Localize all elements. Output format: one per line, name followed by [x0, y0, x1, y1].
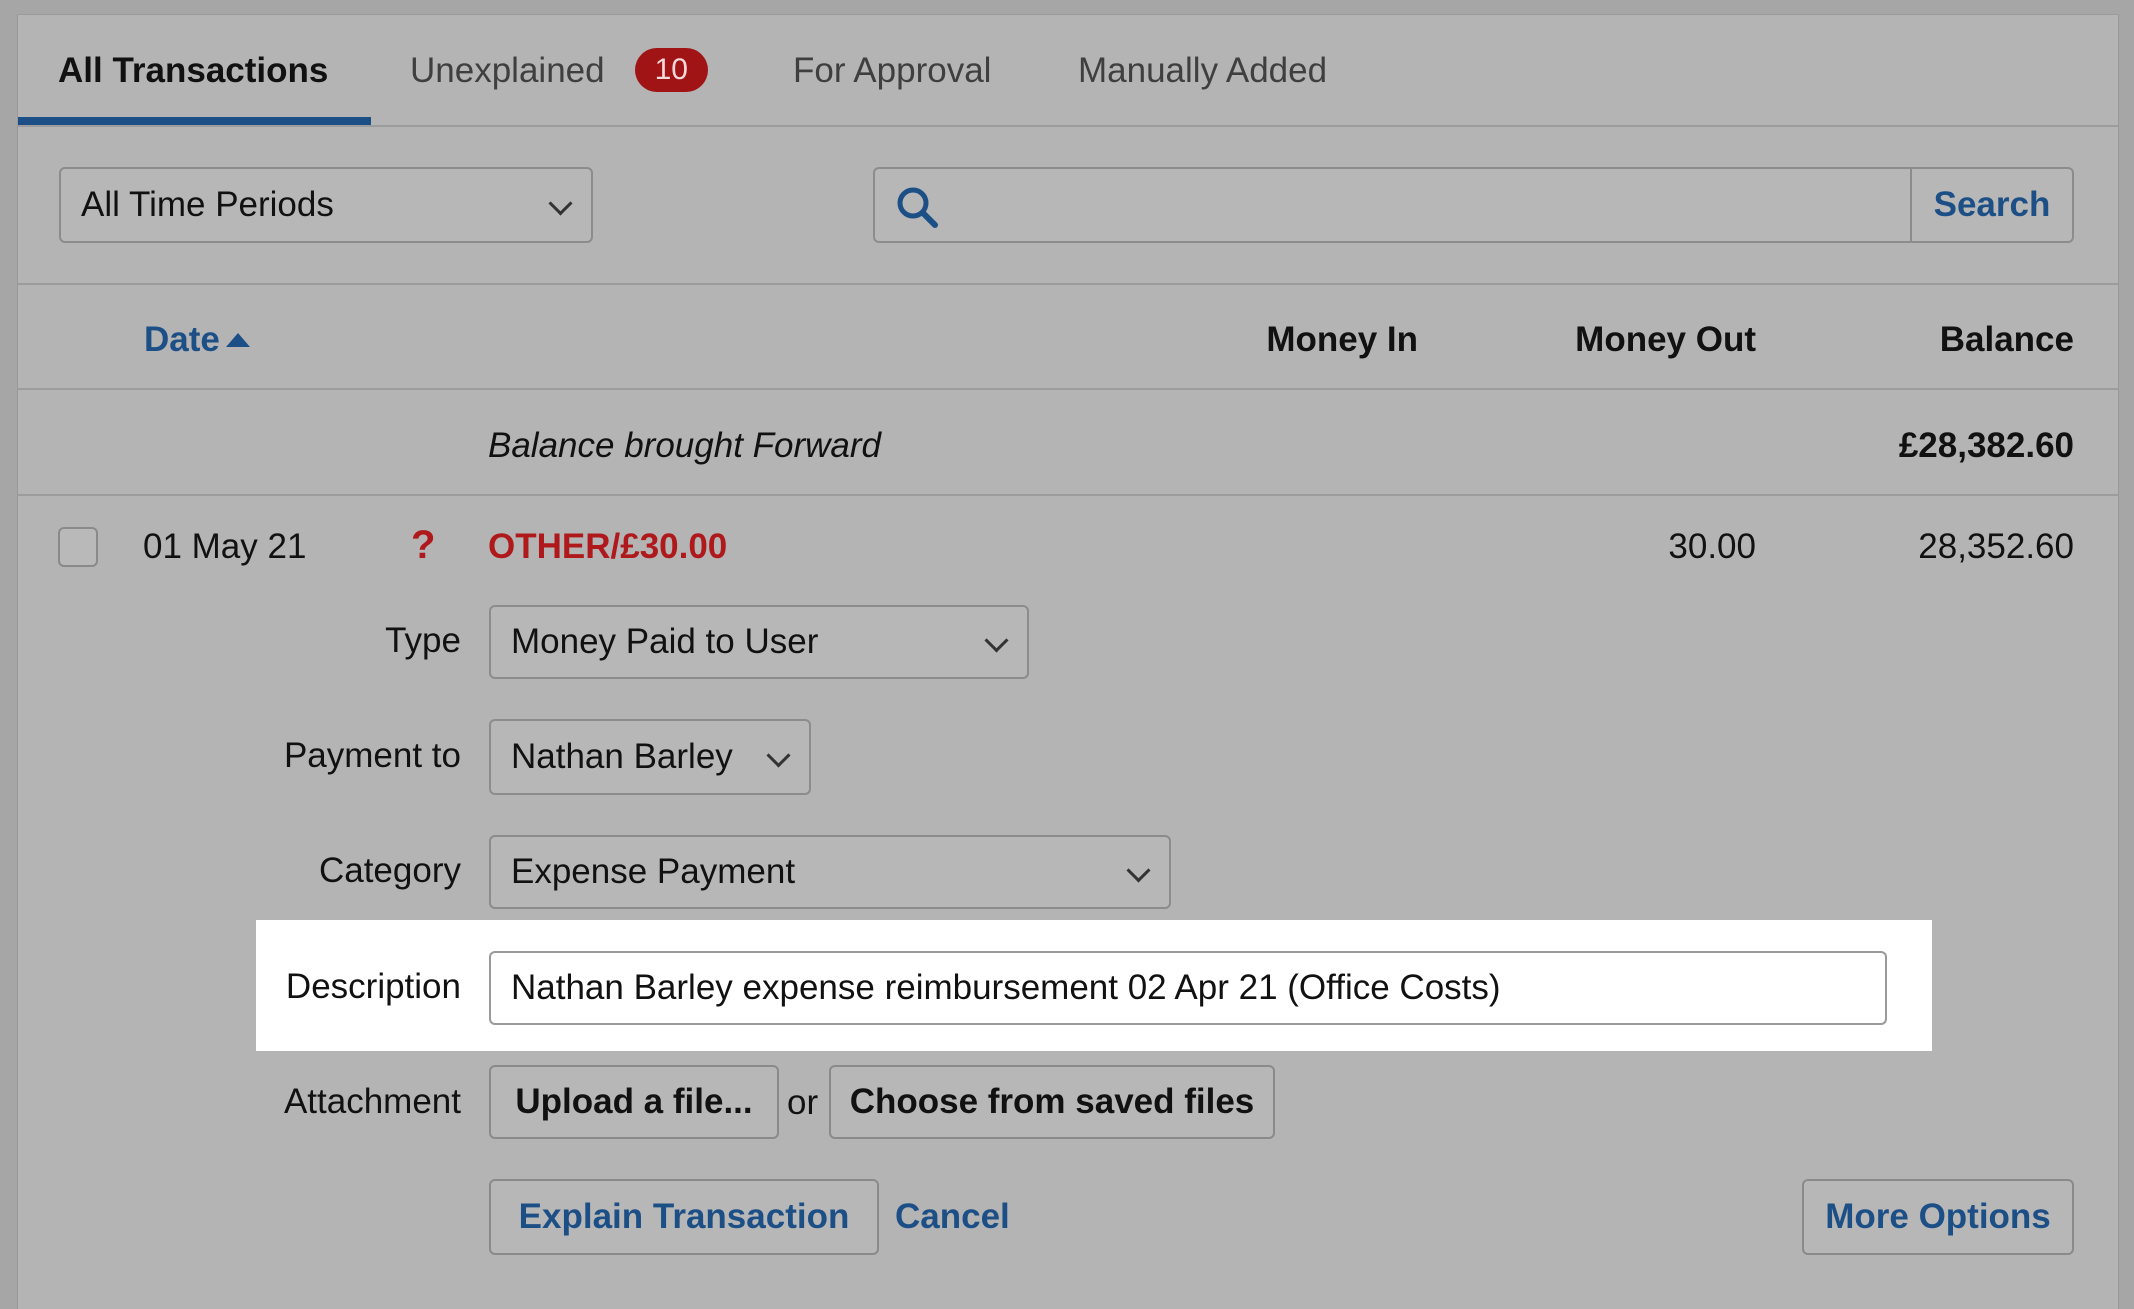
category-value: Expense Payment [511, 852, 796, 891]
brought-forward-balance: £28,382.60 [1898, 426, 2074, 465]
category-select[interactable]: Expense Payment [489, 835, 1171, 909]
divider [18, 388, 2118, 390]
active-tab-indicator [18, 117, 371, 125]
upload-file-button[interactable]: Upload a file... [489, 1065, 779, 1139]
more-options-button[interactable]: More Options [1802, 1179, 2074, 1255]
chevron-down-icon [1126, 858, 1151, 883]
description-label: Description [285, 967, 461, 1006]
chevron-down-icon [984, 628, 1009, 653]
unexplained-count-badge: 10 [634, 47, 708, 92]
question-mark-icon: ? [411, 523, 436, 567]
transactions-panel: All Transactions Unexplained 10 For Appro… [17, 14, 2119, 1309]
payment-to-value: Nathan Barley [511, 737, 733, 776]
tab-all-transactions[interactable]: All Transactions [58, 15, 328, 125]
transaction-money-out: 30.00 [1668, 527, 1756, 566]
description-input[interactable] [489, 951, 1887, 1025]
explain-transaction-button[interactable]: Explain Transaction [489, 1179, 879, 1255]
tab-for-approval[interactable]: For Approval [793, 15, 991, 125]
brought-forward-label: Balance brought Forward [488, 426, 881, 465]
payment-to-label: Payment to [283, 736, 461, 775]
type-select[interactable]: Money Paid to User [489, 605, 1029, 679]
payment-to-select[interactable]: Nathan Barley [489, 719, 811, 795]
divider [18, 494, 2118, 496]
cancel-link[interactable]: Cancel [895, 1192, 1010, 1242]
category-label: Category [318, 851, 461, 890]
chevron-down-icon [766, 743, 791, 768]
search-input[interactable] [955, 173, 1889, 239]
search-icon [897, 187, 938, 228]
money-in-header: Money In [1266, 320, 1418, 359]
transaction-description: OTHER/£30.00 [488, 527, 728, 566]
balance-header: Balance [1939, 320, 2074, 359]
transaction-date: 01 May 21 [143, 527, 307, 566]
money-out-header: Money Out [1575, 320, 1756, 359]
type-label: Type [385, 621, 461, 660]
time-period-value: All Time Periods [81, 185, 334, 224]
or-text: or [787, 1083, 819, 1122]
time-period-select[interactable]: All Time Periods [59, 167, 593, 243]
search-box: Search [873, 167, 2074, 243]
transaction-checkbox[interactable] [58, 527, 98, 567]
tab-unexplained[interactable]: Unexplained 10 [410, 15, 708, 125]
divider [18, 283, 2118, 285]
sort-ascending-icon [225, 333, 250, 347]
search-button[interactable]: Search [1910, 169, 2072, 241]
attachment-label: Attachment [283, 1082, 461, 1121]
type-value: Money Paid to User [511, 622, 819, 661]
chevron-down-icon [548, 191, 573, 216]
date-column-header[interactable]: Date [144, 315, 250, 365]
tab-manually-added[interactable]: Manually Added [1078, 15, 1327, 125]
transaction-balance: 28,352.60 [1918, 527, 2074, 566]
choose-saved-files-button[interactable]: Choose from saved files [829, 1065, 1275, 1139]
tab-bar: All Transactions Unexplained 10 For Appro… [18, 15, 2118, 127]
